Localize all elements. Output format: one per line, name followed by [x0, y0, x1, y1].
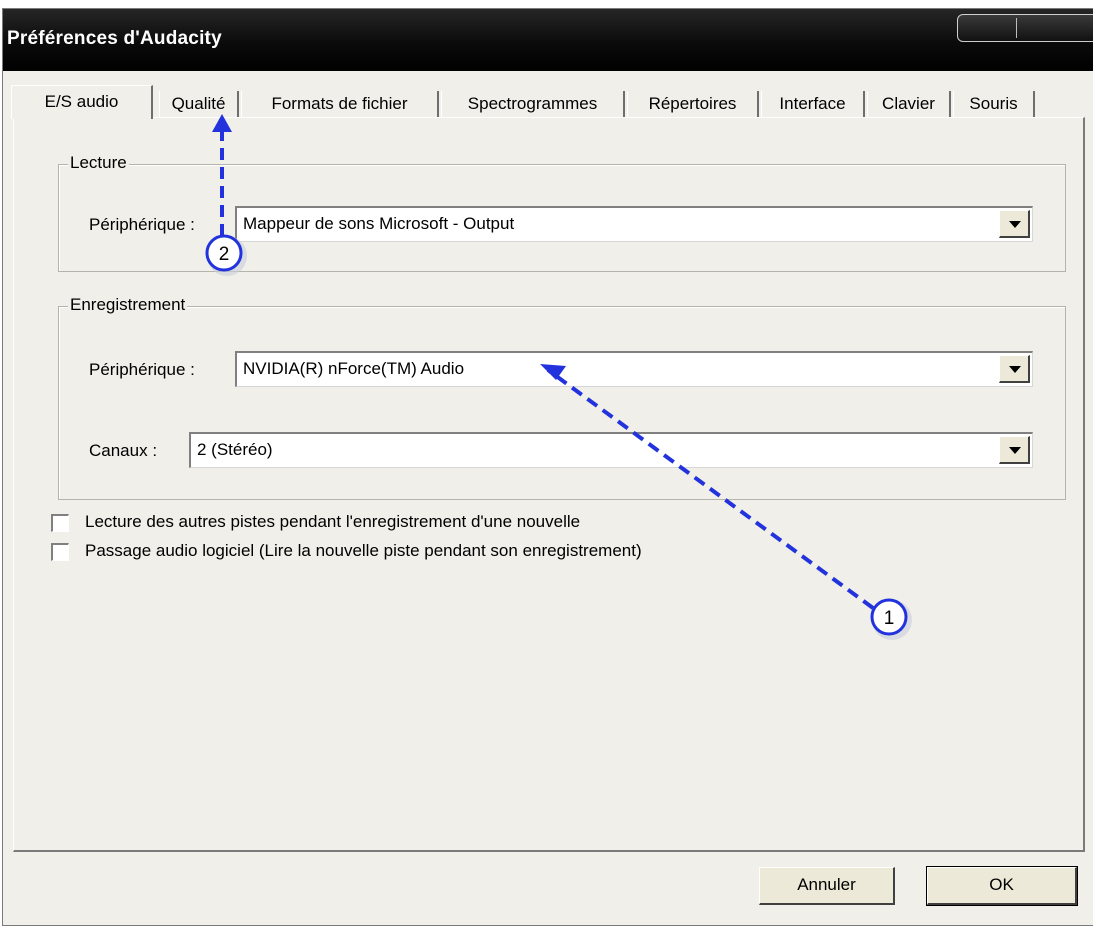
- tab-es-audio[interactable]: E/S audio: [11, 85, 153, 119]
- recording-device-value: NVIDIA(R) nForce(TM) Audio: [243, 359, 465, 378]
- chevron-down-icon: [1009, 221, 1021, 228]
- recording-legend: Enregistrement: [68, 295, 188, 315]
- window-controls[interactable]: [957, 14, 1093, 42]
- playback-legend: Lecture: [68, 153, 129, 173]
- tab-formats-de-fichier[interactable]: Formats de fichier: [241, 91, 439, 117]
- tab-repertoires[interactable]: Répertoires: [627, 91, 759, 117]
- software-playthrough-label: Passage audio logiciel (Lire la nouvelle…: [85, 541, 642, 560]
- channels-label: Canaux :: [89, 441, 158, 460]
- window-controls-divider: [1016, 18, 1017, 38]
- cancel-button[interactable]: Annuler: [759, 867, 895, 905]
- playback-device-dropdown-button[interactable]: [999, 210, 1030, 238]
- playback-device-label: Périphérique :: [89, 215, 195, 234]
- ok-button[interactable]: OK: [926, 866, 1078, 906]
- preferences-window: Préférences d'Audacity E/S audio Qualité…: [2, 8, 1093, 926]
- title-bar[interactable]: Préférences d'Audacity: [3, 9, 1093, 71]
- recording-device-dropdown-button[interactable]: [999, 355, 1030, 383]
- playback-device-value: Mappeur de sons Microsoft - Output: [243, 214, 515, 233]
- recording-device-select[interactable]: NVIDIA(R) nForce(TM) Audio: [235, 351, 1033, 387]
- chevron-down-icon: [1009, 447, 1021, 454]
- recording-group: Enregistrement Périphérique : NVIDIA(R) …: [58, 295, 1066, 500]
- tab-interface[interactable]: Interface: [761, 91, 865, 117]
- recording-device-label: Périphérique :: [89, 360, 195, 379]
- channels-value: 2 (Stéréo): [197, 440, 273, 459]
- software-playthrough-checkbox[interactable]: [51, 543, 69, 561]
- channels-select[interactable]: 2 (Stéréo): [189, 432, 1033, 468]
- window-title: Préférences d'Audacity: [7, 28, 222, 49]
- tab-qualite[interactable]: Qualité: [159, 91, 239, 117]
- tab-spectrogrammes[interactable]: Spectrogrammes: [441, 91, 625, 117]
- tab-souris[interactable]: Souris: [953, 91, 1035, 117]
- tab-clavier[interactable]: Clavier: [867, 91, 951, 117]
- chevron-down-icon: [1009, 366, 1021, 373]
- tab-panel-es-audio: Lecture Périphérique : Mappeur de sons M…: [13, 117, 1085, 852]
- playback-device-select[interactable]: Mappeur de sons Microsoft - Output: [235, 206, 1033, 242]
- play-other-tracks-checkbox[interactable]: [51, 514, 69, 532]
- play-other-tracks-label: Lecture des autres pistes pendant l'enre…: [85, 512, 581, 531]
- channels-dropdown-button[interactable]: [999, 436, 1030, 464]
- playback-group: Lecture Périphérique : Mappeur de sons M…: [58, 153, 1066, 272]
